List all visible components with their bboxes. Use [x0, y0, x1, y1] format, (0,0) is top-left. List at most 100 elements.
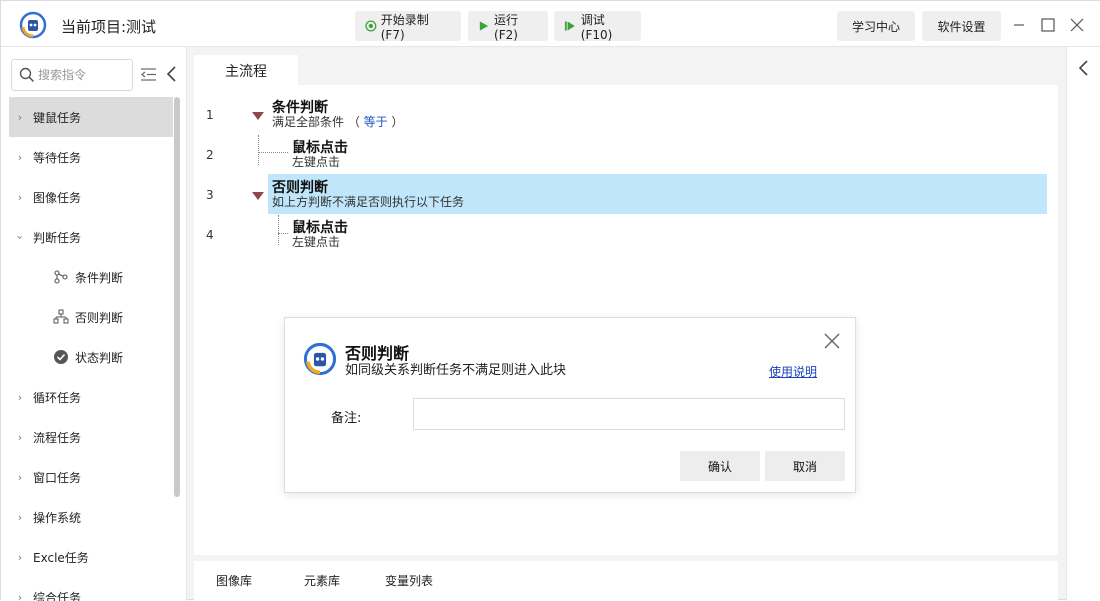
tab-strip — [194, 55, 1058, 85]
sidebar-subitem-label: 状态判断 — [75, 349, 123, 366]
else-judge-dialog: 否则判断 如同级关系判断任务不满足则进入此块 使用说明 备注: 确认 取消 — [284, 317, 856, 493]
sidebar-subitem-label: 否则判断 — [75, 309, 123, 326]
sidebar-item-label: 操作系统 — [33, 509, 81, 526]
note-input[interactable] — [413, 398, 845, 430]
debug-label: 调试(F10) — [581, 11, 631, 42]
sidebar-scrollbar[interactable] — [174, 97, 180, 497]
sidebar-subitem-state[interactable]: 状态判断 — [53, 337, 173, 377]
sidebar-item-image[interactable]: › 图像任务 — [9, 177, 173, 217]
app-logo-icon — [19, 11, 47, 39]
dialog-description: 如同级关系判断任务不满足则进入此块 — [345, 359, 566, 378]
debug-button[interactable]: 调试(F10) — [554, 11, 641, 41]
condition-operator-link[interactable]: 等于 — [364, 115, 388, 129]
learning-center-button[interactable]: 学习中心 — [837, 11, 915, 41]
chevron-right-icon: › — [11, 191, 29, 204]
chevron-right-icon: › — [11, 591, 29, 601]
minimize-button[interactable] — [1007, 13, 1031, 37]
sidebar-item-loop[interactable]: › 循环任务 — [9, 377, 173, 417]
tree-guide-line — [258, 152, 288, 153]
collapse-all-icon[interactable] — [140, 66, 157, 83]
sidebar-subitem-else[interactable]: 否则判断 — [53, 297, 173, 337]
tab-main-flow[interactable]: 主流程 — [194, 55, 298, 87]
sidebar-item-judge[interactable]: › 判断任务 — [9, 217, 173, 257]
tree-guide-line — [278, 233, 288, 234]
right-panel-strip — [1066, 47, 1100, 601]
tab-variable-list[interactable]: 变量列表 — [385, 572, 433, 589]
sidebar-subitem-label: 条件判断 — [75, 269, 123, 286]
app-window: 当前项目:测试 开始录制(F7) 运行(F2) 调试(F10) 学习中心 软件设… — [0, 0, 1100, 600]
chevron-right-icon: › — [11, 431, 29, 444]
node-subtitle: 如上方判断不满足否则执行以下任务 — [272, 193, 464, 210]
project-title: 当前项目:测试 — [61, 16, 156, 37]
app-logo-icon — [303, 342, 337, 376]
start-record-label: 开始录制(F7) — [381, 11, 451, 42]
bottom-panel-tabs: 图像库 元素库 变量列表 — [194, 561, 1058, 601]
chevron-down-icon: › — [14, 228, 27, 246]
chevron-right-icon: › — [11, 111, 29, 124]
maximize-icon — [1041, 18, 1055, 32]
sidebar-item-wait[interactable]: › 等待任务 — [9, 137, 173, 177]
search-box — [11, 59, 133, 91]
usage-help-link[interactable]: 使用说明 — [769, 363, 817, 380]
sidebar-item-mouse-keyboard[interactable]: › 键鼠任务 — [9, 97, 173, 137]
close-window-button[interactable] — [1065, 13, 1089, 37]
sidebar-item-label: 图像任务 — [33, 189, 81, 206]
sidebar-item-label: 循环任务 — [33, 389, 81, 406]
start-record-button[interactable]: 开始录制(F7) — [355, 11, 461, 41]
record-icon — [365, 20, 377, 32]
sidebar-item-flow[interactable]: › 流程任务 — [9, 417, 173, 457]
tab-image-library[interactable]: 图像库 — [216, 572, 252, 589]
search-input[interactable] — [38, 66, 130, 84]
close-icon[interactable] — [823, 332, 841, 350]
check-circle-icon — [53, 349, 69, 365]
run-button[interactable]: 运行(F2) — [468, 11, 548, 41]
chevron-right-icon: › — [11, 471, 29, 484]
sidebar-item-os[interactable]: › 操作系统 — [9, 497, 173, 537]
run-label: 运行(F2) — [494, 11, 538, 42]
sidebar-item-label: 窗口任务 — [33, 469, 81, 486]
chevron-right-icon: › — [11, 551, 29, 564]
sidebar-item-label: 键鼠任务 — [33, 109, 81, 126]
software-settings-button[interactable]: 软件设置 — [922, 11, 1001, 41]
sidebar-item-label: 等待任务 — [33, 149, 81, 166]
chevron-right-icon: › — [11, 391, 29, 404]
sidebar-item-label: Excle任务 — [33, 549, 89, 566]
node-subtitle-prefix: 满足全部条件 （ — [272, 115, 364, 129]
confirm-button[interactable]: 确认 — [680, 451, 760, 481]
minimize-icon — [1013, 19, 1025, 31]
chevron-left-icon[interactable] — [1077, 59, 1091, 77]
sidebar-subitem-condition[interactable]: 条件判断 — [53, 257, 173, 297]
collapse-toggle-icon[interactable] — [252, 192, 264, 200]
maximize-button[interactable] — [1036, 13, 1060, 37]
chevron-right-icon: › — [11, 151, 29, 164]
node-subtitle: 左键点击 — [292, 233, 340, 250]
sidebar-item-label: 判断任务 — [33, 229, 81, 246]
chevron-left-icon[interactable] — [165, 65, 179, 83]
node-subtitle-suffix: ） — [388, 115, 404, 129]
chevron-right-icon: › — [11, 511, 29, 524]
sidebar-item-window[interactable]: › 窗口任务 — [9, 457, 173, 497]
command-sidebar: › 键鼠任务 › 等待任务 › 图像任务 › 判断任务 条件判断 — [1, 47, 187, 601]
node-subtitle: 满足全部条件 （ 等于 ） — [272, 113, 403, 130]
else-icon — [53, 309, 69, 325]
sidebar-item-excel[interactable]: › Excle任务 — [9, 537, 173, 577]
close-icon — [1070, 18, 1084, 32]
tree-guide-line — [258, 135, 259, 165]
sidebar-item-label: 流程任务 — [33, 429, 81, 446]
sidebar-item-misc[interactable]: › 综合任务 — [9, 577, 173, 601]
search-icon — [19, 67, 35, 83]
branch-icon — [53, 269, 69, 285]
note-label: 备注: — [331, 407, 361, 426]
debug-icon — [564, 20, 576, 32]
title-bar: 当前项目:测试 开始录制(F7) 运行(F2) 调试(F10) 学习中心 软件设… — [1, 1, 1100, 47]
tree-guide-line — [278, 215, 279, 245]
line-number: 4 — [206, 228, 214, 242]
node-subtitle: 左键点击 — [292, 153, 340, 170]
cancel-button[interactable]: 取消 — [765, 451, 845, 481]
collapse-toggle-icon[interactable] — [252, 112, 264, 120]
sidebar-item-label: 综合任务 — [33, 589, 81, 601]
line-number: 3 — [206, 188, 214, 202]
line-number: 2 — [206, 148, 214, 162]
tab-element-library[interactable]: 元素库 — [304, 572, 340, 589]
play-icon — [478, 20, 489, 32]
